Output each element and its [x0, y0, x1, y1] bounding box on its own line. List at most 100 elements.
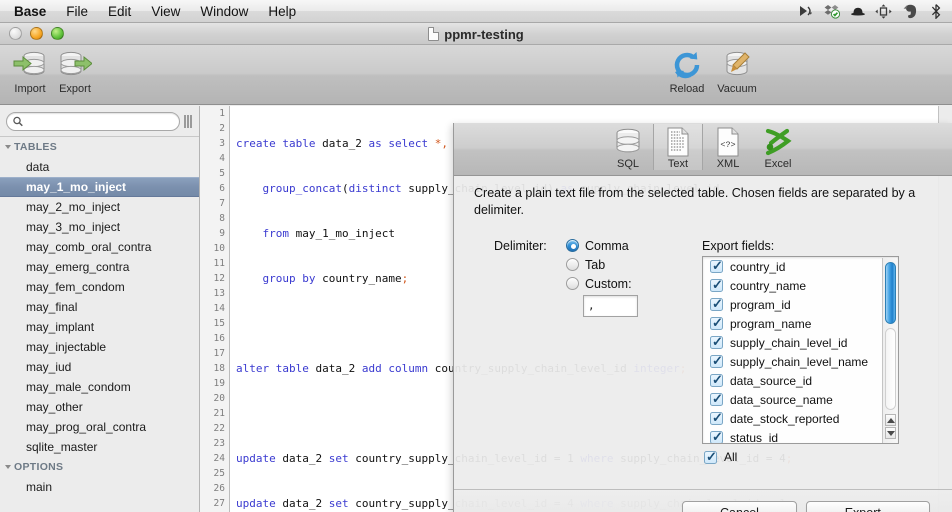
sidebar-group-options[interactable]: OPTIONS [0, 457, 199, 477]
bluetooth-icon[interactable] [927, 3, 944, 20]
select-all-label: All [724, 450, 738, 464]
sidebar-item-main[interactable]: main [0, 477, 199, 497]
field-row-program_id[interactable]: program_id [703, 295, 898, 314]
delimiter-option-comma[interactable]: Comma [566, 236, 632, 255]
tab-xml[interactable]: <?> XML [703, 124, 753, 170]
sidebar-item-may_3_mo_inject[interactable]: may_3_mo_inject [0, 217, 199, 237]
field-row-date_stock_reported[interactable]: date_stock_reported [703, 409, 898, 428]
checkbox-data_source_id[interactable] [710, 372, 723, 388]
search-input[interactable] [27, 115, 173, 127]
field-row-data_source_id[interactable]: data_source_id [703, 371, 898, 390]
line-number: 13 [213, 288, 225, 299]
checkbox-supply_chain_level_name[interactable] [710, 353, 723, 369]
menu-item-file[interactable]: File [56, 0, 98, 23]
field-row-supply_chain_level_name[interactable]: supply_chain_level_name [703, 352, 898, 371]
disclosure-triangle-icon[interactable] [5, 465, 11, 469]
line-number: 1 [219, 108, 225, 119]
move-arrows-icon[interactable] [875, 3, 892, 20]
menu-item-base[interactable]: Base [0, 0, 56, 23]
sidebar-item-data[interactable]: data [0, 157, 199, 177]
sidebar-item-may_2_mo_inject[interactable]: may_2_mo_inject [0, 197, 199, 217]
scroll-down-arrow-icon[interactable] [885, 427, 896, 439]
checkbox-data_source_name[interactable] [710, 391, 723, 407]
bowler-hat-icon[interactable] [849, 3, 866, 20]
sidebar-item-sqlite_master[interactable]: sqlite_master [0, 437, 199, 457]
line-number: 9 [219, 228, 225, 239]
delimiter-option-tab[interactable]: Tab [566, 255, 632, 274]
sidebar-item-may_implant[interactable]: may_implant [0, 317, 199, 337]
sidebar-item-may_fem_condom[interactable]: may_fem_condom [0, 277, 199, 297]
toolbar-reload-button[interactable]: Reload [660, 48, 714, 96]
custom-delimiter-input[interactable]: , [583, 295, 638, 317]
tab-sql[interactable]: SQL [603, 124, 653, 170]
sidebar-item-may_iud[interactable]: may_iud [0, 357, 199, 377]
tab-text[interactable]: Text [653, 124, 703, 170]
field-row-program_name[interactable]: program_name [703, 314, 898, 333]
checkbox-country_name[interactable] [710, 277, 723, 293]
export-description: Create a plain text file from the select… [474, 186, 916, 217]
sidebar-resize-grip[interactable] [184, 114, 193, 128]
line-number: 19 [213, 378, 225, 389]
excel-icon [754, 126, 802, 158]
export-fields-list[interactable]: country_id country_name program_id progr… [702, 256, 899, 444]
menu-item-window[interactable]: Window [190, 0, 258, 23]
close-window-button[interactable] [9, 27, 22, 40]
airplay-icon[interactable] [797, 3, 814, 20]
fields-list-scrollbar[interactable] [882, 258, 897, 443]
minimize-window-button[interactable] [30, 27, 43, 40]
field-row-supply_chain_level_id[interactable]: supply_chain_level_id [703, 333, 898, 352]
delimiter-option-custom[interactable]: Custom: [566, 274, 632, 293]
field-label: data_source_name [730, 392, 833, 407]
checkbox-supply_chain_level_id[interactable] [710, 334, 723, 350]
sidebar-item-may_1_mo_inject[interactable]: may_1_mo_inject [0, 177, 199, 197]
field-row-status_id[interactable]: status_id [703, 428, 898, 443]
toolbar-export-button[interactable]: Export [48, 48, 102, 96]
radio-tab[interactable] [566, 258, 579, 271]
search-field[interactable] [6, 111, 180, 131]
radio-comma[interactable] [566, 239, 579, 252]
checkbox-all[interactable] [704, 449, 717, 465]
checkbox-date_stock_reported[interactable] [710, 410, 723, 426]
checkbox-status_id[interactable] [710, 429, 723, 443]
toolbar-vacuum-button[interactable]: Vacuum [710, 48, 764, 96]
field-label: program_name [730, 316, 812, 331]
select-all-fields-row[interactable]: All [704, 449, 738, 465]
evernote-icon[interactable] [901, 3, 918, 20]
scroll-up-arrow-icon[interactable] [885, 414, 896, 426]
sidebar-item-may_final[interactable]: may_final [0, 297, 199, 317]
sidebar-item-may_emerg_contra[interactable]: may_emerg_contra [0, 257, 199, 277]
zoom-window-button[interactable] [51, 27, 64, 40]
cancel-button[interactable]: Cancel [682, 501, 797, 512]
export-button[interactable]: Export... [806, 501, 930, 512]
tab-excel[interactable]: Excel [753, 124, 803, 170]
checkbox-program_id[interactable] [710, 296, 723, 312]
field-row-data_source_name[interactable]: data_source_name [703, 390, 898, 409]
checkbox-country_id[interactable] [710, 258, 723, 274]
dropbox-icon[interactable] [823, 3, 840, 20]
line-number: 4 [219, 153, 225, 164]
sidebar-item-may_male_condom[interactable]: may_male_condom [0, 377, 199, 397]
scrollbar-thumb[interactable] [885, 262, 896, 324]
menu-item-help[interactable]: Help [258, 0, 306, 23]
sidebar-tree[interactable]: TABLES data may_1_mo_inject may_2_mo_inj… [0, 136, 199, 512]
line-number: 6 [219, 183, 225, 194]
scrollbar-track[interactable] [885, 328, 896, 410]
delimiter-option-comma-label: Comma [585, 238, 629, 253]
field-label: country_name [730, 278, 807, 293]
radio-custom[interactable] [566, 277, 579, 290]
disclosure-triangle-icon[interactable] [5, 145, 11, 149]
menu-item-view[interactable]: View [141, 0, 190, 23]
checkbox-program_name[interactable] [710, 315, 723, 331]
window-traffic-lights [9, 27, 64, 40]
sidebar-group-tables[interactable]: TABLES [0, 137, 199, 157]
tab-text-label: Text [667, 158, 689, 170]
sidebar-item-may_prog_oral_contra[interactable]: may_prog_oral_contra [0, 417, 199, 437]
field-row-country_name[interactable]: country_name [703, 276, 898, 295]
menu-item-edit[interactable]: Edit [98, 0, 141, 23]
field-row-country_id[interactable]: country_id [703, 257, 898, 276]
field-label: supply_chain_level_name [730, 354, 869, 369]
sidebar-item-may_injectable[interactable]: may_injectable [0, 337, 199, 357]
sidebar-item-may_comb_oral_contra[interactable]: may_comb_oral_contra [0, 237, 199, 257]
line-number: 12 [213, 273, 225, 284]
sidebar-item-may_other[interactable]: may_other [0, 397, 199, 417]
